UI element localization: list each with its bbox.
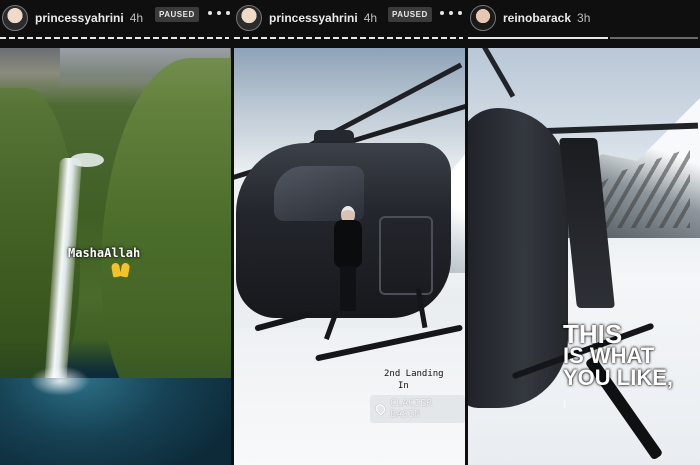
text-sticker: MashaAllah (68, 246, 141, 260)
more-options-icon[interactable] (440, 10, 462, 16)
faded-text: I (563, 399, 568, 411)
stories-viewer: princessyahrini 4h PAUSED princessyahrin… (0, 0, 700, 465)
story-progress-3 (468, 37, 700, 39)
username[interactable]: princessyahrini (35, 11, 124, 25)
raised-hands-icon (110, 262, 131, 278)
avatar[interactable] (2, 5, 28, 31)
avatar[interactable] (470, 5, 496, 31)
story-progress-1 (0, 37, 231, 39)
story-progress-2 (234, 37, 465, 39)
more-options-icon[interactable] (208, 10, 230, 16)
username[interactable]: princessyahrini (269, 11, 358, 25)
paused-badge: PAUSED (388, 7, 432, 22)
avatar[interactable] (236, 5, 262, 31)
timestamp: 4h (129, 11, 144, 25)
progress-segment (0, 37, 229, 39)
helicopter-door (379, 216, 433, 295)
timestamp: 3h (577, 11, 591, 25)
location-pin-icon (373, 402, 388, 416)
rotor-blade (480, 48, 516, 98)
splash (30, 366, 90, 396)
story-header-3: reinobarack 3h (468, 0, 700, 36)
progress-segment (234, 37, 463, 39)
story-media-1[interactable]: MashaAllah (0, 48, 231, 465)
story-media-3[interactable]: THIS IS WHAT YOU LIKE, I (468, 48, 700, 465)
story-media-2[interactable]: 2nd Landing In CLACIER BASIN (234, 48, 465, 465)
person (334, 206, 362, 311)
location-label: CLACIER BASIN (390, 398, 433, 420)
location-sticker[interactable]: CLACIER BASIN (370, 395, 465, 423)
paused-badge: PAUSED (155, 7, 199, 22)
caption-text: In (398, 381, 409, 391)
big-text-sticker: THIS IS WHAT YOU LIKE, (563, 319, 674, 390)
cliff (101, 58, 231, 418)
caption-text: 2nd Landing (384, 369, 444, 379)
username[interactable]: reinobarack (503, 11, 571, 25)
progress-segment (468, 37, 608, 39)
timestamp: 4h (363, 11, 378, 25)
progress-segment (610, 37, 698, 39)
